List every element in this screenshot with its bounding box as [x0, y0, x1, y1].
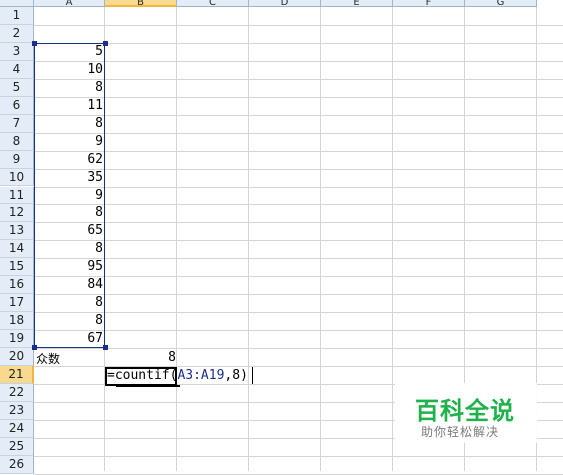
watermark-subtitle: 助你轻松解决 [421, 425, 500, 439]
row-gridline [34, 78, 563, 80]
text-caret [252, 367, 253, 384]
range-handle-top-right[interactable] [103, 41, 108, 46]
row-header-21[interactable]: 21 [0, 366, 34, 384]
row-header-11[interactable]: 11 [0, 186, 34, 205]
column-header-f[interactable]: F [393, 0, 465, 7]
row-gridline [34, 312, 563, 314]
column-header-g[interactable]: G [465, 0, 537, 7]
cell-b20-result[interactable]: 8 [105, 350, 176, 365]
row-header-22[interactable]: 22 [0, 383, 34, 402]
row-gridline [34, 96, 563, 98]
column-header-c[interactable]: C [177, 0, 249, 7]
row-header-18[interactable]: 18 [0, 312, 34, 331]
row-gridline [34, 204, 563, 206]
cell-a10[interactable]: 35 [34, 170, 103, 185]
row-header-16[interactable]: 16 [0, 276, 34, 295]
watermark-logo: 百科全说 助你轻松解决 [395, 383, 537, 443]
cell-a20-label[interactable]: 众数 [36, 350, 60, 367]
row-gridline [34, 42, 563, 44]
row-header-23[interactable]: 23 [0, 401, 34, 420]
row-header-4[interactable]: 4 [0, 60, 34, 79]
row-gridline [34, 150, 563, 152]
row-gridline [34, 168, 563, 170]
row-gridline [34, 114, 563, 116]
row-header-7[interactable]: 7 [0, 114, 34, 133]
row-header-20[interactable]: 20 [0, 348, 34, 366]
row-gridline [34, 330, 563, 332]
row-header-5[interactable]: 5 [0, 78, 34, 97]
row-header-3[interactable]: 3 [0, 42, 34, 61]
cell-a17[interactable]: 8 [34, 295, 103, 310]
column-gridline [176, 7, 177, 471]
cell-a3[interactable]: 5 [34, 44, 103, 59]
column-gridline [248, 7, 249, 471]
row-header-9[interactable]: 9 [0, 150, 34, 169]
row-header-10[interactable]: 10 [0, 168, 34, 187]
column-gridline [392, 7, 393, 471]
column-header-d[interactable]: D [249, 0, 321, 7]
row-gridline [34, 222, 563, 224]
row-header-24[interactable]: 24 [0, 419, 34, 438]
row-header-19[interactable]: 19 [0, 330, 34, 349]
row-gridline [34, 276, 563, 278]
cell-a18[interactable]: 8 [34, 313, 103, 328]
column-header-b[interactable]: B [105, 0, 177, 7]
cell-a6[interactable]: 11 [34, 98, 103, 113]
row-gridline [34, 24, 563, 26]
row-gridline [34, 132, 563, 134]
cell-a8[interactable]: 9 [34, 134, 103, 149]
cell-formula-editor[interactable]: =countif(A3:A19,8) [107, 368, 248, 383]
row-gridline [34, 294, 563, 296]
cell-a14[interactable]: 8 [34, 241, 103, 256]
cell-a19[interactable]: 67 [34, 331, 103, 346]
cell-a4[interactable]: 10 [34, 62, 103, 77]
row-header-6[interactable]: 6 [0, 96, 34, 115]
row-gridline [34, 186, 563, 188]
row-header-17[interactable]: 17 [0, 294, 34, 313]
row-gridline [34, 60, 563, 62]
row-gridline [34, 258, 563, 260]
row-header-13[interactable]: 13 [0, 222, 34, 241]
row-header-25[interactable]: 25 [0, 437, 34, 456]
row-header-8[interactable]: 8 [0, 132, 34, 151]
row-gridline [34, 348, 563, 350]
cell-a11[interactable]: 9 [34, 188, 103, 203]
column-header-a[interactable]: A [34, 0, 105, 7]
column-gridline [320, 7, 321, 471]
function-name-underline [116, 385, 180, 387]
cell-a5[interactable]: 8 [34, 80, 103, 95]
row-header-15[interactable]: 15 [0, 258, 34, 277]
select-all-corner[interactable] [0, 0, 34, 7]
row-header-14[interactable]: 14 [0, 240, 34, 259]
watermark-title: 百科全说 [415, 397, 515, 425]
formula-suffix: ,8) [224, 368, 248, 383]
cell-a7[interactable]: 8 [34, 116, 103, 131]
formula-prefix: =countif( [107, 368, 178, 383]
row-gridline [34, 240, 563, 242]
spreadsheet-grid[interactable]: ABCDEFG 1 2 3 4 5 6 7 8 9 10 11 12 13 14 15 16 17 18 19 20 2… [0, 0, 563, 475]
row-gridline [34, 455, 563, 457]
column-header-e[interactable]: E [321, 0, 393, 7]
row-header-1[interactable]: 1 [0, 7, 34, 25]
cell-a9[interactable]: 62 [34, 152, 103, 167]
cell-a12[interactable]: 8 [34, 205, 103, 220]
formula-range-ref: A3:A19 [177, 368, 225, 383]
cell-a16[interactable]: 84 [34, 277, 103, 292]
row-header-2[interactable]: 2 [0, 24, 34, 43]
row-header-12[interactable]: 12 [0, 204, 34, 223]
cell-a15[interactable]: 95 [34, 259, 103, 274]
cell-a13[interactable]: 65 [34, 223, 103, 238]
